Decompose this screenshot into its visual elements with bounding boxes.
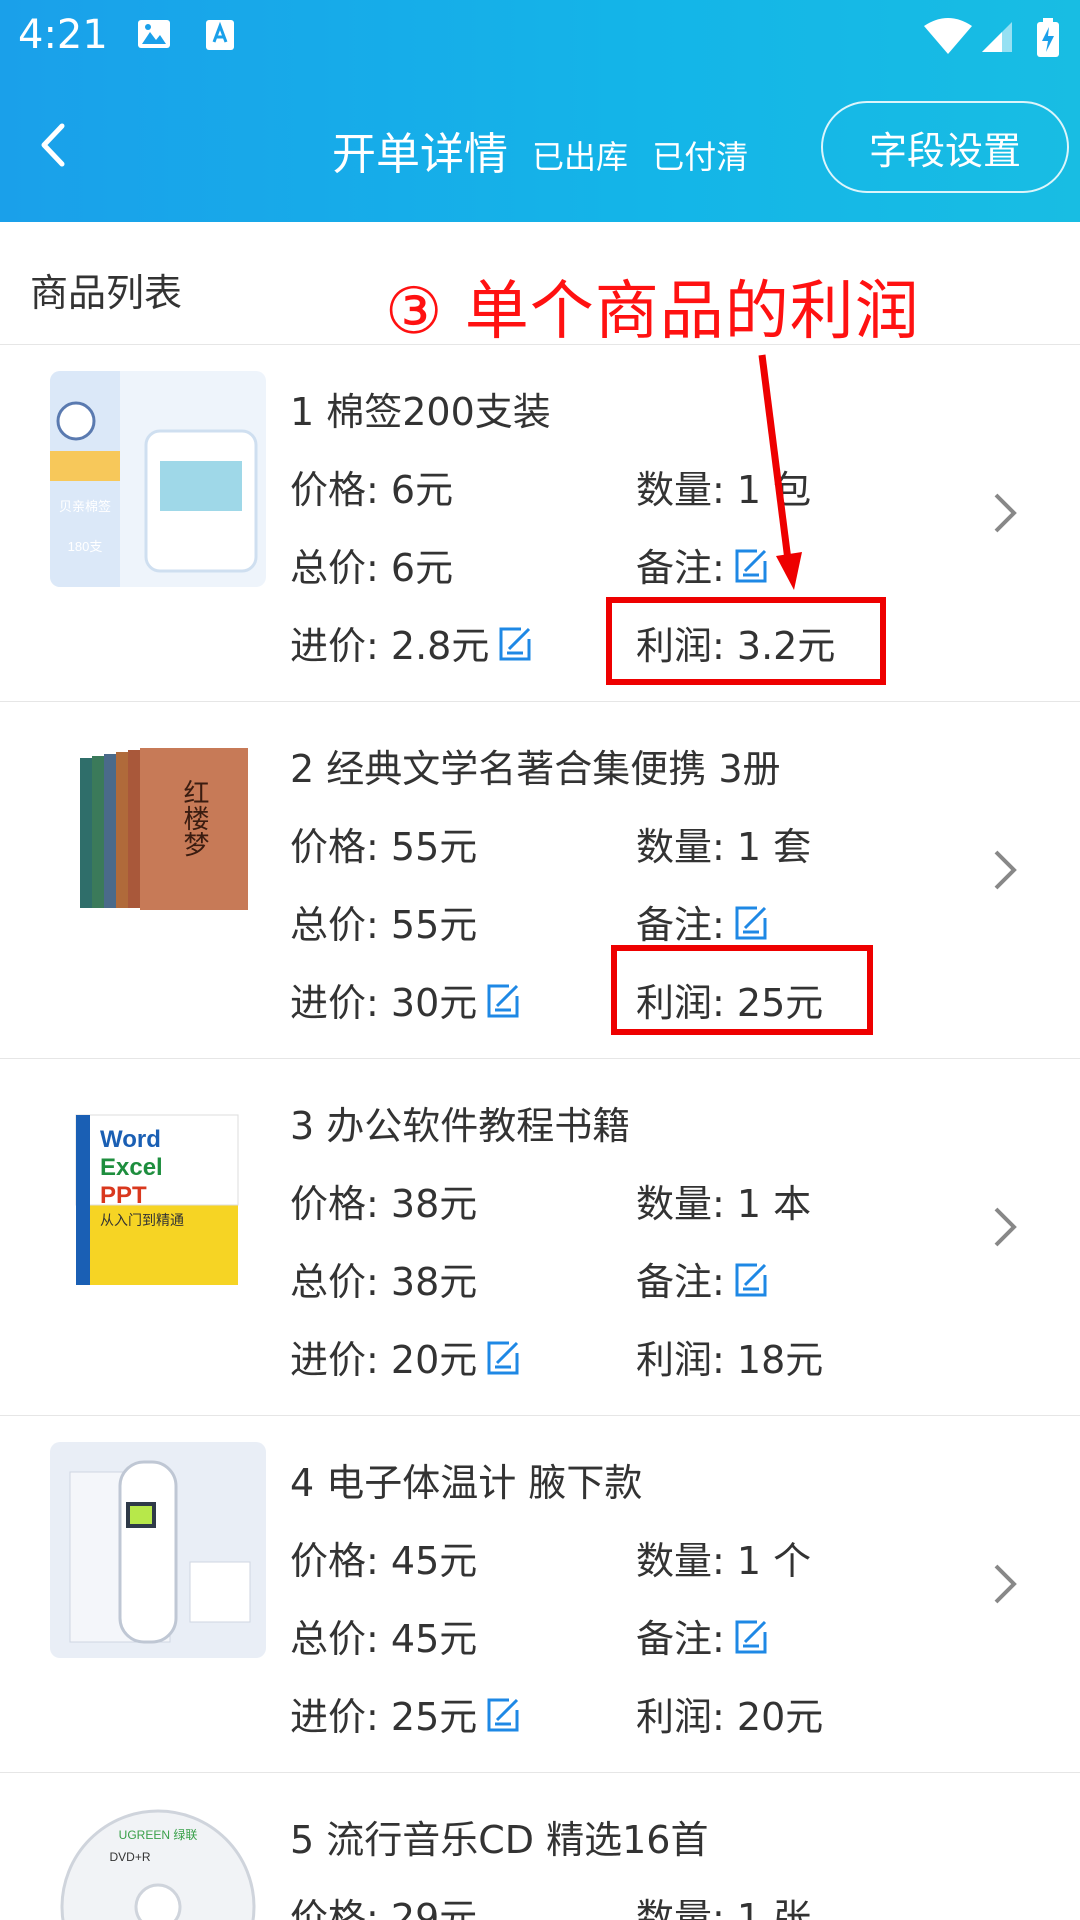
signal-icon (982, 22, 1012, 52)
product-image: 红楼梦 (50, 728, 266, 944)
edit-icon[interactable] (483, 1337, 523, 1377)
profit-highlight-box (611, 945, 873, 1035)
app-notification-icon (206, 20, 234, 50)
price-field: 价格: 38元 (290, 1182, 478, 1226)
thumb-brand: UGREEN 绿联 (119, 1827, 198, 1842)
thumb-format: DVD+R (109, 1850, 150, 1864)
product-name: 2 经典文学名著合集便携 3册 (290, 747, 781, 791)
chevron-right-icon[interactable] (990, 1205, 1020, 1249)
total-field: 总价: 55元 (290, 903, 478, 947)
product-name: 3 办公软件教程书籍 (290, 1104, 631, 1148)
quantity-field: 数量: 1 本 (636, 1182, 812, 1226)
back-arrow-icon[interactable] (30, 120, 80, 170)
cost-field[interactable]: 进价: 30元 (290, 972, 523, 1027)
total-field: 总价: 6元 (290, 546, 454, 590)
edit-icon[interactable] (495, 623, 535, 663)
total-field: 总价: 38元 (290, 1260, 478, 1304)
app-header: 4:21 开单详情 已出库 已付清 字段设置 (0, 0, 1080, 222)
product-image: 贝亲棉签 180支 (50, 371, 266, 587)
chevron-right-icon[interactable] (990, 1562, 1020, 1606)
thumb-book-title: 红楼梦 (179, 779, 209, 857)
product-item[interactable]: 红楼梦 2 经典文学名著合集便携 3册 价格: 55元 数量: 1 套 总价: … (0, 702, 1080, 1059)
order-status-tags: 已出库 已付清 (532, 132, 762, 178)
wifi-icon (924, 18, 972, 54)
thumb-excel: Excel (100, 1154, 163, 1181)
chevron-right-icon[interactable] (990, 491, 1020, 535)
edit-icon[interactable] (483, 1694, 523, 1734)
navigation-bar: 开单详情 已出库 已付清 字段设置 (0, 92, 1080, 202)
total-field: 总价: 45元 (290, 1617, 478, 1661)
product-item[interactable]: 贝亲棉签 180支 1 棉签200支装 价格: 6元 数量: 1 包 总价: 6… (0, 345, 1080, 702)
product-image (50, 1442, 266, 1658)
thumb-subtitle: 从入门到精通 (100, 1212, 184, 1228)
thumb-word: Word (100, 1126, 161, 1153)
note-field[interactable]: 备注: (636, 537, 771, 592)
edit-icon[interactable] (731, 902, 771, 942)
product-image: Word Excel PPT 从入门到精通 (50, 1085, 266, 1301)
product-item[interactable]: 4 电子体温计 腋下款 价格: 45元 数量: 1 个 总价: 45元 备注: … (0, 1416, 1080, 1773)
profit-field: 利润: 18元 (636, 1338, 824, 1382)
product-image: UGREEN 绿联 DVD+R (50, 1799, 266, 1920)
product-name: 5 流行音乐CD 精选16首 (290, 1818, 709, 1862)
status-time: 4:21 (18, 12, 108, 58)
profit-field: 利润: 20元 (636, 1695, 824, 1739)
price-field: 价格: 55元 (290, 825, 478, 869)
edit-icon[interactable] (731, 545, 771, 585)
price-field: 价格: 29元 (290, 1896, 478, 1920)
quantity-field: 数量: 1 个 (636, 1539, 812, 1583)
note-field[interactable]: 备注: (636, 894, 771, 949)
status-bar: 4:21 (0, 0, 1080, 72)
product-list-title: 商品列表 (30, 271, 183, 315)
price-field: 价格: 6元 (290, 468, 454, 512)
quantity-field: 数量: 1 包 (636, 468, 812, 512)
note-field[interactable]: 备注: (636, 1608, 771, 1663)
cost-field[interactable]: 进价: 25元 (290, 1686, 523, 1741)
page-title: 开单详情 (332, 129, 508, 180)
thumb-ppt: PPT (100, 1182, 147, 1209)
status-tag-paid: 已付清 (652, 138, 749, 176)
status-tag-shipped: 已出库 (532, 138, 629, 176)
cost-field[interactable]: 进价: 20元 (290, 1329, 523, 1384)
battery-charging-icon (1037, 18, 1059, 57)
image-notification-icon (138, 20, 170, 48)
product-name: 1 棉签200支装 (290, 390, 551, 434)
profit-annotation: ③ 单个商品的利润 (385, 275, 920, 349)
field-settings-button[interactable]: 字段设置 (821, 101, 1069, 193)
cost-field[interactable]: 进价: 2.8元 (290, 615, 535, 670)
product-list-header: 商品列表 ③ 单个商品的利润 (0, 222, 1080, 349)
quantity-field: 数量: 1 张 (636, 1896, 812, 1920)
product-item[interactable]: UGREEN 绿联 DVD+R 5 流行音乐CD 精选16首 价格: 29元 数… (0, 1773, 1080, 1920)
edit-icon[interactable] (731, 1616, 771, 1656)
quantity-field: 数量: 1 套 (636, 825, 812, 869)
thumb-text-2: 180支 (68, 539, 103, 554)
edit-icon[interactable] (483, 980, 523, 1020)
chevron-right-icon[interactable] (990, 848, 1020, 892)
note-field[interactable]: 备注: (636, 1251, 771, 1306)
product-item[interactable]: Word Excel PPT 从入门到精通 3 办公软件教程书籍 价格: 38元… (0, 1059, 1080, 1416)
price-field: 价格: 45元 (290, 1539, 478, 1583)
edit-icon[interactable] (731, 1259, 771, 1299)
thumb-text-1: 贝亲棉签 (59, 499, 111, 514)
profit-highlight-box (606, 597, 886, 685)
product-name: 4 电子体温计 腋下款 (290, 1461, 643, 1505)
